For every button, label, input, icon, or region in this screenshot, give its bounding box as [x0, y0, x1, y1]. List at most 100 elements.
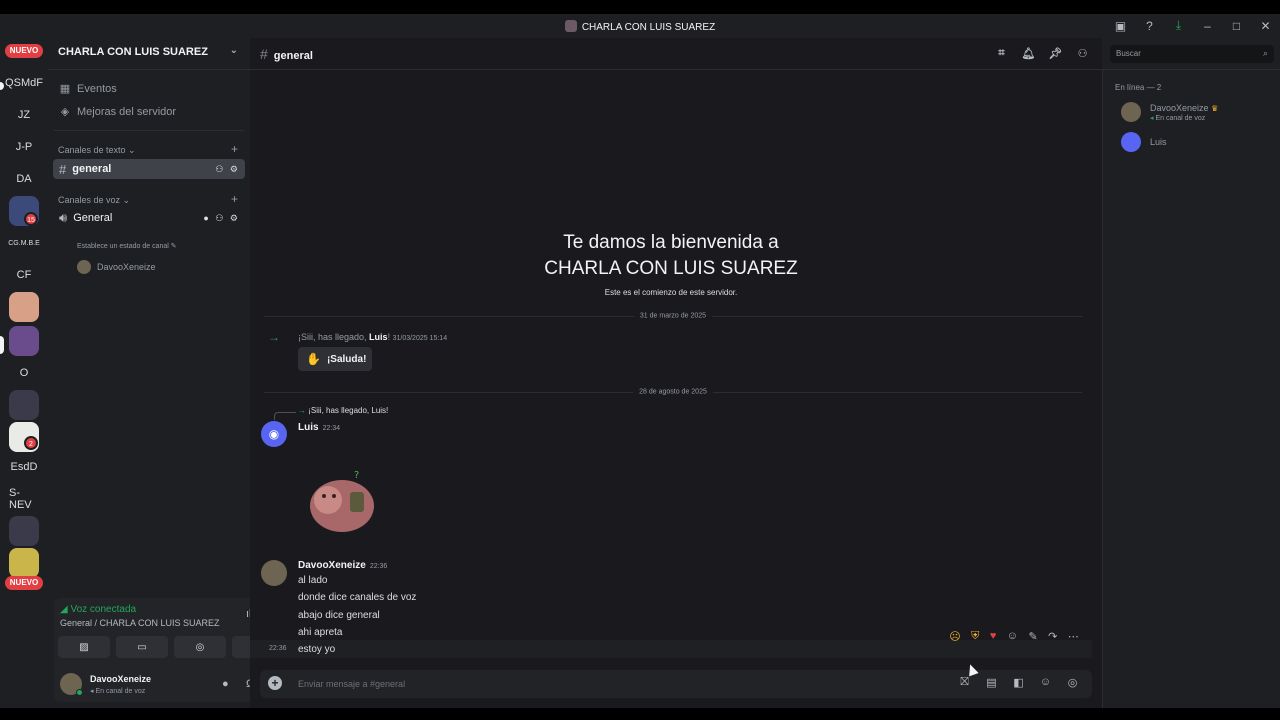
- gift-icon[interactable]: ⛝: [951, 676, 978, 689]
- more-options-icon[interactable]: ⋯: [1068, 630, 1079, 643]
- download-icon[interactable]: ⤓: [1164, 18, 1193, 33]
- camera-off-button[interactable]: ▨: [58, 636, 110, 658]
- chevron-down-icon: ⌄: [229, 45, 238, 56]
- server-da[interactable]: DA: [9, 164, 39, 194]
- server-name: CHARLA CON LUIS SUAREZ: [58, 46, 208, 58]
- message-line: abajo dice general: [298, 610, 380, 621]
- server-image[interactable]: [9, 548, 39, 578]
- member-list-icon[interactable]: ⚇: [1069, 47, 1096, 60]
- notification-bell-icon[interactable]: 🔔︎: [1015, 47, 1042, 60]
- channel-general[interactable]: # general ⚇ ⚙: [53, 159, 245, 179]
- server-qsmdf[interactable]: QSMdF: [5, 68, 43, 98]
- join-arrow-icon: →: [268, 330, 280, 344]
- voice-connection-location[interactable]: General / CHARLA CON LUIS SUAREZ: [60, 618, 220, 628]
- message-composer[interactable]: + Enviar mensaje a #general ⛝ ▤ ◧ ☺ ◎: [260, 670, 1092, 698]
- voice-channel-icons[interactable]: ● ⚇ ⚙: [203, 213, 240, 224]
- server-image[interactable]: [9, 390, 39, 420]
- screen-icon[interactable]: ▣: [1106, 19, 1135, 33]
- gif-icon[interactable]: ▤: [978, 676, 1005, 689]
- text-channels-category[interactable]: Canales de texto ⌄: [58, 145, 136, 156]
- apps-icon[interactable]: ◎: [1059, 676, 1086, 689]
- hash-icon: #: [260, 46, 268, 62]
- forward-icon[interactable]: ↷: [1048, 630, 1057, 643]
- reply-preview[interactable]: → ¡Siii, has llegado, Luis!: [298, 406, 388, 415]
- sticker-picker-icon[interactable]: ◧: [1005, 676, 1032, 689]
- server-image-active[interactable]: [9, 326, 39, 356]
- window-title: CHARLA CON LUIS SUAREZ: [581, 22, 716, 33]
- avatar[interactable]: ◉: [261, 421, 287, 447]
- add-voice-channel-icon[interactable]: +: [231, 192, 238, 206]
- online-status-dot: [76, 689, 83, 696]
- divider: [54, 130, 244, 131]
- server-cgmbe[interactable]: CG.M.B.E: [8, 228, 40, 258]
- date-divider: 28 de agosto de 2025: [264, 388, 1082, 396]
- new-badge: NUEVO: [5, 576, 43, 590]
- minimize-icon[interactable]: –: [1193, 19, 1222, 33]
- channel-header: # general ⌗ 🔔︎ 📌︎ ⚇: [250, 38, 1102, 70]
- avatar[interactable]: [261, 560, 287, 586]
- composer-placeholder[interactable]: Enviar mensaje a #general: [298, 679, 405, 689]
- voice-channel-general[interactable]: 🔊︎ General ● ⚇ ⚙: [53, 208, 245, 228]
- user-status: ◂ En canal de voz: [90, 688, 146, 695]
- message-author[interactable]: Luis 22:34: [298, 422, 340, 433]
- boost-icon: ◈: [60, 106, 70, 118]
- upload-plus-icon[interactable]: +: [268, 676, 282, 690]
- svg-text:?: ?: [354, 470, 359, 481]
- username[interactable]: DavooXeneize: [90, 674, 151, 684]
- wave-button[interactable]: ✋ ¡Saluda!: [298, 347, 372, 371]
- search-icon: ⌕: [1262, 48, 1268, 58]
- search-input[interactable]: Buscar ⌕: [1110, 45, 1274, 63]
- unread-count-badge: 2: [24, 436, 38, 450]
- calendar-icon: ▦: [59, 83, 71, 95]
- message-actions-toolbar: ☹ ⛨ ♥ ☺ ✎ ↷ ⋯: [944, 626, 1084, 646]
- server-rail: NUEVO QSMdF JZ J-P DA 15 CG.M.B.E CF O 2…: [0, 38, 48, 708]
- events-item[interactable]: ▦ Eventos: [58, 82, 117, 96]
- welcome-title-2: CHARLA CON LUIS SUAREZ: [544, 258, 798, 279]
- date-divider: 31 de marzo de 2025: [264, 312, 1082, 320]
- voice-channels-category[interactable]: Canales de voz ⌄: [58, 195, 130, 206]
- reaction-pray-icon[interactable]: ⛨: [971, 630, 979, 643]
- server-cf[interactable]: CF: [9, 260, 39, 290]
- hash-icon: #: [59, 161, 67, 177]
- message-line: ahi apreta: [298, 627, 343, 638]
- chat-area: # general ⌗ 🔔︎ 📌︎ ⚇ Te damos la bienvenid…: [250, 38, 1102, 708]
- emoji-icon[interactable]: ☺: [1032, 676, 1059, 689]
- close-icon[interactable]: ✕: [1251, 19, 1280, 33]
- server-jz[interactable]: JZ: [9, 100, 39, 130]
- reaction-confused-icon[interactable]: ☹: [949, 630, 960, 643]
- sticker-image: ?: [310, 470, 374, 532]
- message-author[interactable]: DavooXeneize 22:36: [298, 560, 387, 571]
- server-o[interactable]: O: [9, 358, 39, 388]
- server-header[interactable]: CHARLA CON LUIS SUAREZ ⌄: [48, 38, 250, 70]
- activities-button[interactable]: ◎: [174, 636, 226, 658]
- help-icon[interactable]: ?: [1135, 19, 1164, 33]
- server-boosts-item[interactable]: ◈ Mejoras del servidor: [58, 105, 176, 119]
- voice-user-entry[interactable]: DavooXeneize: [77, 260, 156, 274]
- online-category: En línea — 2: [1115, 83, 1162, 92]
- threads-icon[interactable]: ⌗: [988, 47, 1015, 60]
- app-window: CHARLA CON LUIS SUAREZ ▣ ? ⤓ – □ ✕ NUEVO…: [0, 14, 1280, 708]
- welcome-section: Te damos la bienvenida a CHARLA CON LUIS…: [250, 230, 1092, 297]
- server-image[interactable]: [9, 292, 39, 322]
- maximize-icon[interactable]: □: [1222, 19, 1251, 33]
- pin-icon[interactable]: 📌︎: [1042, 47, 1069, 60]
- microphone-icon[interactable]: ●: [222, 678, 229, 690]
- server-image[interactable]: [9, 516, 39, 546]
- server-snev[interactable]: S-NEV: [9, 484, 39, 514]
- server-jp[interactable]: J-P: [9, 132, 39, 162]
- edit-icon[interactable]: ✎: [1028, 630, 1037, 643]
- server-esdd[interactable]: EsdD: [9, 452, 39, 482]
- message-line: al lado: [298, 575, 328, 586]
- message-line: donde dice canales de voz: [298, 592, 417, 603]
- voice-status-prompt[interactable]: Establece un estado de canal ✎: [77, 242, 177, 250]
- add-reaction-icon[interactable]: ☺: [1007, 630, 1018, 642]
- add-text-channel-icon[interactable]: +: [231, 142, 238, 156]
- reaction-heart-icon[interactable]: ♥: [990, 630, 997, 642]
- title-bar: CHARLA CON LUIS SUAREZ ▣ ? ⤓ – □ ✕: [0, 14, 1280, 38]
- server-icon: [564, 20, 577, 32]
- screen-share-button[interactable]: ▭: [116, 636, 168, 658]
- avatar: [77, 260, 91, 274]
- avatar: [1121, 102, 1141, 122]
- channel-settings-icons[interactable]: ⚇ ⚙: [215, 164, 240, 175]
- voice-connected-label: ◢ Voz conectada: [60, 604, 137, 615]
